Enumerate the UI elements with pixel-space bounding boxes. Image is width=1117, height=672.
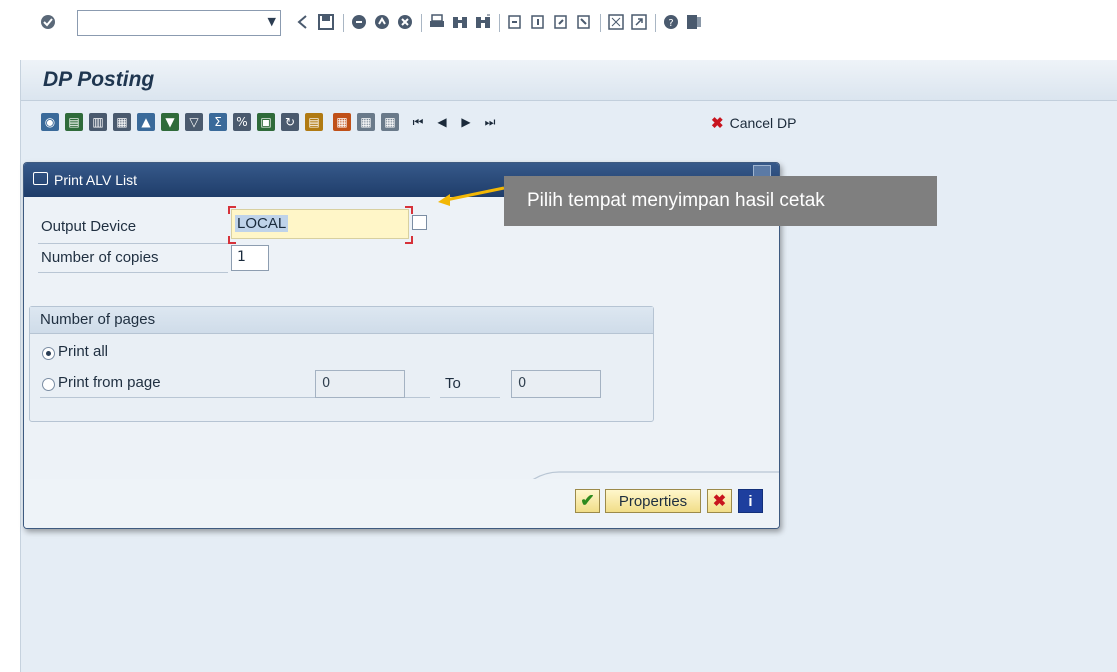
help-button[interactable]: i [738,489,763,513]
checkmark-icon: ✔ [580,491,595,510]
title-bar: DP Posting [21,60,1117,101]
value-help-icon[interactable] [412,215,427,230]
cancel-dp-button[interactable]: ✖ Cancel DP [711,114,797,132]
copies-label: Number of copies [41,249,159,266]
svg-text:?: ? [668,18,673,29]
export-icon[interactable]: ↻ [281,113,299,131]
output-device-field[interactable]: LOCAL [231,209,409,239]
last-page-icon[interactable] [575,13,593,31]
back-icon[interactable] [294,13,312,31]
layout-menu-icon[interactable] [685,13,703,31]
find-icon[interactable]: ▦ [113,113,131,131]
annotation-callout: Pilih tempat menyimpan hasil cetak [504,176,937,226]
select-layout-icon[interactable]: ▦ [357,113,375,131]
pages-group-title: Number of pages [40,311,156,328]
cancel-dp-label: Cancel DP [729,115,797,131]
copies-field[interactable]: 1 [231,245,269,271]
delete-filter-icon[interactable]: ▽ [185,113,203,131]
from-page-value: 0 [322,376,331,391]
save-layout-icon[interactable]: ▦ [381,113,399,131]
print-all-label: Print all [58,343,109,360]
change-layout-icon[interactable]: ▦ [333,113,351,131]
field-focus-marker [228,206,236,214]
close-icon: ✖ [712,493,727,510]
exit-icon[interactable] [350,13,368,31]
from-page-field[interactable]: 0 [315,370,405,398]
pages-group: Number of pages Print all Print from pag… [29,306,654,422]
info-icon: i [748,492,753,510]
shortcut-icon[interactable] [630,13,648,31]
to-label: To [445,375,461,392]
cancel-icon[interactable] [373,13,391,31]
window-icon [33,172,48,185]
to-page-field[interactable]: 0 [511,370,601,398]
properties-button[interactable]: Properties [605,489,701,513]
details-icon[interactable]: ◉ [41,113,59,131]
annotation-text: Pilih tempat menyimpan hasil cetak [527,190,825,211]
save-icon[interactable] [317,13,335,31]
previous-record-icon[interactable]: ◀ [433,113,451,131]
dialog-title: Print ALV List [54,172,138,188]
print-all-radio[interactable] [42,347,55,360]
previous-page-icon[interactable] [529,13,547,31]
command-field[interactable]: ▼ [77,10,281,36]
first-record-icon[interactable]: ⏮ [409,113,427,131]
help-icon[interactable]: ? [662,13,680,31]
find-next-icon[interactable] [474,13,492,31]
sort-descending-icon[interactable]: ▥ [89,113,107,131]
subtotal-icon[interactable]: % [233,113,251,131]
chevron-down-icon[interactable]: ▼ [268,15,276,28]
find-icon[interactable] [451,13,469,31]
output-device-label: Output Device [41,218,137,235]
enter-icon[interactable] [39,13,57,31]
next-page-icon[interactable] [552,13,570,31]
confirm-button[interactable]: ✔ [575,489,600,513]
sort-ascending-icon[interactable]: ▤ [65,113,83,131]
set-filter-icon[interactable]: ▲ [137,113,155,131]
annotation-arrow [438,186,505,206]
print-preview-icon[interactable]: ▣ [257,113,275,131]
print-icon[interactable] [428,13,446,31]
first-page-icon[interactable] [506,13,524,31]
send-icon[interactable]: ▤ [305,113,323,131]
print-from-label: Print from page [58,374,161,391]
application-toolbar: ◉ ▤ ▥ ▦ ▲ ▼ ▽ Σ % ▣ ↻ ▤ ▦ ▦ ▦ ⏮ ◀ ▶ ⏭ ✖ … [21,101,1117,141]
total-icon[interactable]: Σ [209,113,227,131]
field-focus-marker [228,236,236,244]
close-icon: ✖ [711,115,724,132]
cancel-button[interactable]: ✖ [707,489,732,513]
output-device-value: LOCAL [235,215,289,232]
field-focus-marker [405,236,413,244]
stop-icon[interactable] [396,13,414,31]
new-session-icon[interactable] [607,13,625,31]
pages-group-header: Number of pages [30,307,653,334]
filter-icon[interactable]: ▼ [161,113,179,131]
last-record-icon[interactable]: ⏭ [481,113,499,131]
to-page-value: 0 [518,376,527,391]
copies-value: 1 [237,249,246,265]
next-record-icon[interactable]: ▶ [457,113,475,131]
system-toolbar: ▼ ? [0,0,1117,52]
print-from-radio[interactable] [42,378,55,391]
page-title: DP Posting [43,68,155,91]
properties-label: Properties [618,492,688,510]
field-focus-marker [405,206,413,214]
